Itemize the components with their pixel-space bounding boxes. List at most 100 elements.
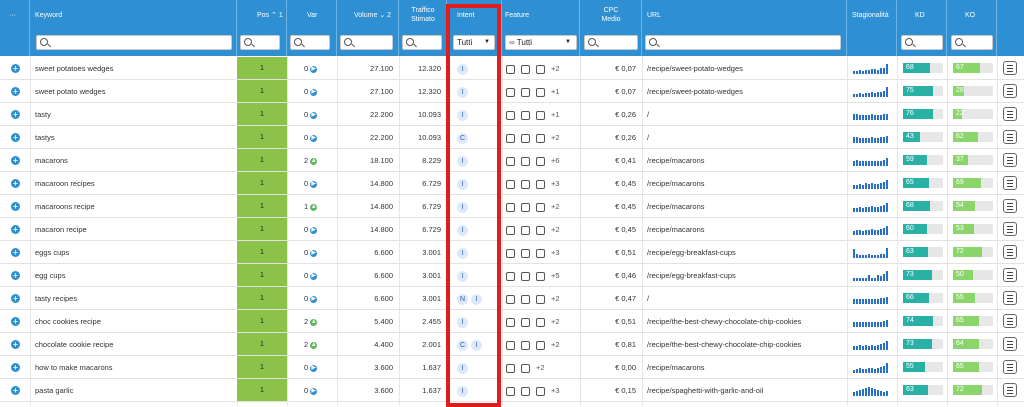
header-keyword[interactable]: Keyword	[30, 0, 237, 56]
traffic-header-label[interactable]: Traffico	[412, 7, 435, 14]
add-keyword-icon[interactable]: +	[11, 340, 20, 349]
add-keyword-icon[interactable]: +	[11, 363, 20, 372]
add-keyword-icon[interactable]: +	[11, 64, 20, 73]
pos-header-label[interactable]: Pos	[257, 12, 269, 19]
keyword-filter-input[interactable]	[36, 35, 232, 50]
seasonality-bar	[886, 64, 888, 74]
row-menu-button[interactable]	[1003, 360, 1017, 374]
feature-select[interactable]: ∞ Tutti ▼	[505, 35, 577, 50]
header-menu[interactable]: ···	[0, 0, 30, 56]
keyword-cell[interactable]: pasta garlic	[35, 379, 73, 402]
pos-filter-input[interactable]	[240, 35, 280, 50]
row-menu-button[interactable]	[1003, 268, 1017, 282]
header-ko[interactable]: KO	[947, 0, 997, 56]
add-keyword-icon[interactable]: +	[11, 156, 20, 165]
keyword-cell[interactable]: how to make macarons	[35, 356, 113, 379]
add-keyword-icon[interactable]: +	[11, 271, 20, 280]
url-filter-input[interactable]	[645, 35, 841, 50]
row-menu-button[interactable]	[1003, 130, 1017, 144]
row-menu-button[interactable]	[1003, 314, 1017, 328]
row-menu-button[interactable]	[1003, 383, 1017, 397]
keyword-cell[interactable]: chocolate cookie recipe	[35, 333, 113, 356]
kd-header-label[interactable]: KD	[915, 11, 925, 20]
kd-filter-input[interactable]	[901, 35, 943, 50]
var-header-label[interactable]: Var	[307, 11, 317, 20]
row-menu-button[interactable]	[1003, 107, 1017, 121]
keyword-cell[interactable]: sweet potato wedges	[35, 80, 105, 103]
row-menu-button[interactable]	[1003, 337, 1017, 351]
add-keyword-icon[interactable]: +	[11, 386, 20, 395]
seasonality-bar	[886, 203, 888, 212]
url-cell[interactable]: /recipe/egg-breakfast-cups	[647, 241, 736, 264]
seasonality-bar	[880, 161, 882, 166]
keyword-cell[interactable]: eggs cups	[35, 241, 69, 264]
header-pos[interactable]: Pos ⌃ 1	[237, 0, 287, 56]
keyword-cell[interactable]: tasty	[35, 103, 51, 126]
ko-filter-input[interactable]	[951, 35, 993, 50]
keyword-cell[interactable]: sweet potatoes wedges	[35, 57, 113, 80]
add-keyword-icon[interactable]: +	[11, 225, 20, 234]
keyword-cell[interactable]: tasty recipes	[35, 287, 77, 310]
url-cell[interactable]: /recipe/the-best-chewy-chocolate-chip-co…	[647, 310, 801, 333]
keyword-cell[interactable]: macaron recipe	[35, 218, 87, 241]
header-kd[interactable]: KD	[897, 0, 947, 56]
add-keyword-icon[interactable]: +	[11, 110, 20, 119]
feature-header-label[interactable]: Feature	[505, 11, 529, 20]
keyword-cell[interactable]: macaroons recipe	[35, 195, 95, 218]
row-menu-button[interactable]	[1003, 84, 1017, 98]
keyword-cell[interactable]: macarons	[35, 149, 68, 172]
header-cpc[interactable]: CPC Medio	[580, 0, 642, 56]
url-cell[interactable]: /	[647, 126, 649, 149]
volume-header-label[interactable]: Volume	[354, 12, 377, 19]
url-cell[interactable]: /recipe/the-best-chewy-chocolate-chip-co…	[647, 333, 801, 356]
url-cell[interactable]: /recipe/sweet-potato-wedges	[647, 57, 743, 80]
header-traffic[interactable]: Traffico Stimato	[399, 0, 447, 56]
url-cell[interactable]: /	[647, 103, 649, 126]
url-cell[interactable]: /recipe/sweet-potato-wedges	[647, 80, 743, 103]
header-season[interactable]: Stagionalità	[847, 0, 897, 56]
row-menu-button[interactable]	[1003, 291, 1017, 305]
url-cell[interactable]: /recipe/macarons	[647, 218, 705, 241]
header-volume[interactable]: Volume ⌄ 2	[337, 0, 399, 56]
url-cell[interactable]: /recipe/macarons	[647, 195, 705, 218]
ko-header-label[interactable]: KO	[965, 11, 975, 20]
url-cell[interactable]: /recipe/egg-breakfast-cups	[647, 264, 736, 287]
row-menu-button[interactable]	[1003, 176, 1017, 190]
header-url[interactable]: URL	[642, 0, 847, 56]
row-menu-button[interactable]	[1003, 61, 1017, 75]
add-keyword-icon[interactable]: +	[11, 317, 20, 326]
volume-filter-input[interactable]	[340, 35, 393, 50]
cpc-filter-input[interactable]	[584, 35, 638, 50]
url-cell[interactable]: /recipe/macarons	[647, 356, 705, 379]
row-menu-button[interactable]	[1003, 245, 1017, 259]
header-feature[interactable]: Feature ∞ Tutti ▼	[502, 0, 580, 56]
season-header-label[interactable]: Stagionalità	[852, 11, 889, 20]
traffic-filter-input[interactable]	[402, 35, 442, 50]
var-filter-input[interactable]	[290, 35, 330, 50]
keyword-cell[interactable]: tastys	[35, 126, 55, 149]
add-keyword-icon[interactable]: +	[11, 294, 20, 303]
add-keyword-icon[interactable]: +	[11, 87, 20, 96]
url-cell[interactable]: /recipe/macarons	[647, 172, 705, 195]
keyword-cell[interactable]: choc cookies recipe	[35, 310, 101, 333]
traffic-header-label-2[interactable]: Stimato	[411, 16, 435, 23]
keyword-cell[interactable]: macaroon recipes	[35, 172, 95, 195]
url-header-label[interactable]: URL	[647, 11, 661, 20]
row-menu-button[interactable]	[1003, 222, 1017, 236]
add-keyword-icon[interactable]: +	[11, 202, 20, 211]
url-cell[interactable]: /recipe/macarons	[647, 149, 705, 172]
var-value: 0	[304, 225, 309, 234]
keyword-cell[interactable]: egg cups	[35, 264, 65, 287]
url-cell[interactable]: /recipe/spaghetti-with-garlic-and-oil	[647, 379, 763, 402]
add-keyword-icon[interactable]: +	[11, 133, 20, 142]
row-menu-button[interactable]	[1003, 199, 1017, 213]
row-menu-button[interactable]	[1003, 153, 1017, 167]
column-menu-icon[interactable]: ···	[9, 11, 16, 20]
cpc-header-label-2[interactable]: Medio	[601, 16, 620, 23]
add-keyword-icon[interactable]: +	[11, 179, 20, 188]
header-var[interactable]: Var	[287, 0, 337, 56]
cpc-header-label[interactable]: CPC	[604, 7, 619, 14]
keyword-header-label[interactable]: Keyword	[35, 11, 62, 20]
url-cell[interactable]: /	[647, 287, 649, 310]
add-keyword-icon[interactable]: +	[11, 248, 20, 257]
